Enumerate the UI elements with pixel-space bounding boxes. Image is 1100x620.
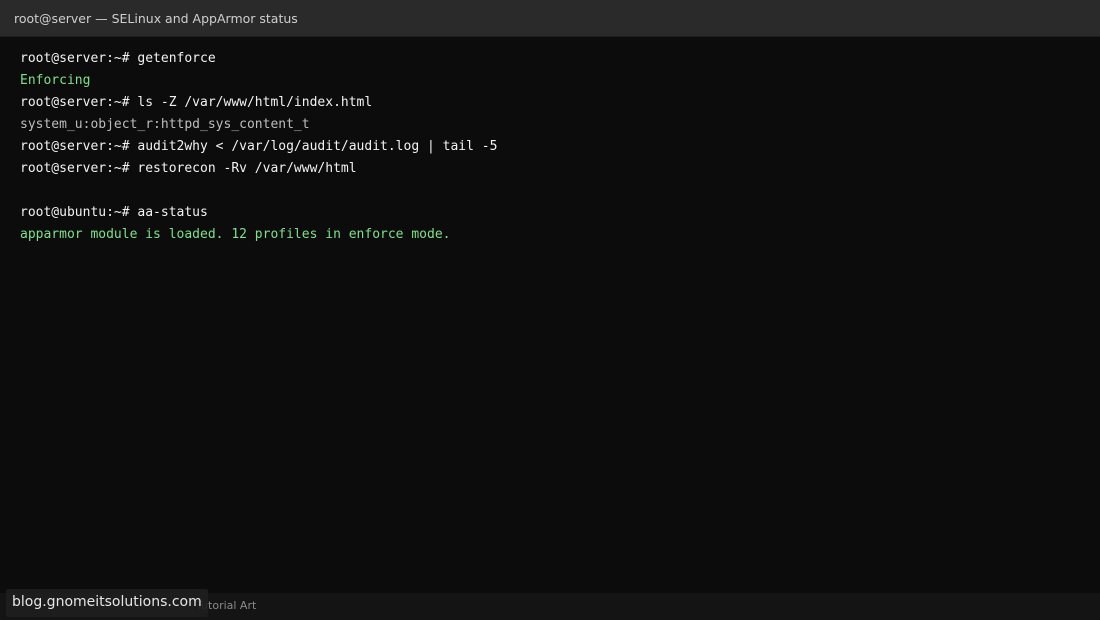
terminal-window: root@server — SELinux and AppArmor statu… [0, 0, 1100, 620]
terminal-output[interactable]: root@server:~# getenforce Enforcing root… [20, 48, 1080, 588]
window-titlebar[interactable]: root@server — SELinux and AppArmor statu… [0, 0, 1100, 37]
terminal-line: root@server:~# getenforce [20, 51, 216, 66]
terminal-line: Enforcing [20, 73, 91, 88]
terminal-line: apparmor module is loaded. 12 profiles i… [20, 227, 451, 242]
terminal-line: root@server:~# audit2why < /var/log/audi… [20, 139, 498, 154]
terminal-line: system_u:object_r:httpd_sys_content_t [20, 117, 310, 132]
terminal-line: root@ubuntu:~# aa-status [20, 205, 208, 220]
watermark: blog.gnomeitsolutions.com [6, 589, 208, 617]
terminal-line: root@server:~# restorecon -Rv /var/www/h… [20, 161, 357, 176]
terminal-line: root@server:~# ls -Z /var/www/html/index… [20, 95, 373, 110]
watermark-text: blog.gnomeitsolutions.com [12, 594, 202, 610]
window-title: root@server — SELinux and AppArmor statu… [14, 11, 298, 26]
